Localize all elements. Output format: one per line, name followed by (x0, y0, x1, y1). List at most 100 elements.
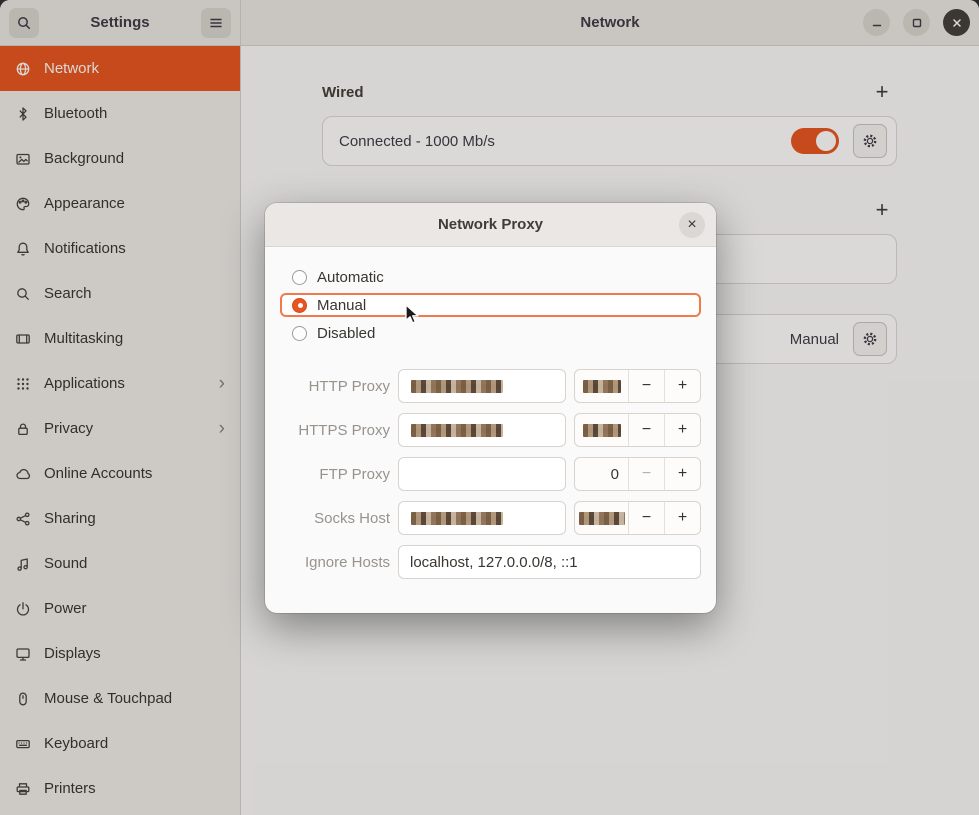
gear-icon (862, 331, 878, 347)
socks-port-value[interactable] (575, 502, 628, 534)
redacted-value (411, 512, 503, 525)
sidebar-item-printers[interactable]: Printers (0, 766, 240, 811)
sidebar-item-displays[interactable]: Displays (0, 631, 240, 676)
chevron-right-icon: › (219, 419, 225, 438)
hamburger-icon (208, 15, 224, 31)
maximize-icon (909, 15, 925, 31)
lock-icon (15, 421, 31, 437)
add-vpn-button[interactable]: + (867, 195, 897, 225)
sidebar-item-sharing[interactable]: Sharing (0, 496, 240, 541)
https-port-increment-button[interactable]: + (665, 414, 700, 446)
sidebar-item-power[interactable]: Power (0, 586, 240, 631)
dialog-title: Network Proxy (438, 216, 543, 233)
radio-icon[interactable] (292, 270, 307, 285)
app-grid-icon (15, 376, 31, 392)
ftp-proxy-input[interactable] (398, 457, 566, 491)
https-port-decrement-button[interactable]: − (629, 414, 664, 446)
add-wired-button[interactable]: + (867, 77, 897, 107)
radio-icon[interactable] (292, 326, 307, 341)
wired-toggle[interactable] (791, 128, 839, 154)
sidebar-item-label: Online Accounts (44, 465, 152, 482)
page-title: Network (580, 14, 639, 31)
dialog-body: Automatic Manual Disabled HTTP Proxy − (265, 247, 716, 579)
monitor-icon (15, 646, 31, 662)
menu-button[interactable] (201, 8, 231, 38)
proxy-mode-label: Manual (790, 331, 839, 348)
radio-label: Manual (317, 297, 366, 314)
wired-settings-button[interactable] (853, 124, 887, 158)
socks-port-spinner[interactable]: − + (574, 501, 701, 535)
sidebar-item-appearance[interactable]: Appearance (0, 181, 240, 226)
search-icon (15, 286, 31, 302)
radio-checked-icon[interactable] (292, 298, 307, 313)
sidebar-item-label: Sound (44, 555, 87, 572)
share-icon (15, 511, 31, 527)
wired-connection-row[interactable]: Connected - 1000 Mb/s (322, 116, 897, 166)
bluetooth-icon (15, 106, 31, 122)
appearance-icon (15, 196, 31, 212)
redacted-value (579, 512, 625, 525)
printer-icon (15, 781, 31, 797)
wired-status-label: Connected - 1000 Mb/s (339, 133, 791, 150)
sidebar-item-privacy[interactable]: Privacy › (0, 406, 240, 451)
proxy-option-disabled[interactable]: Disabled (280, 321, 701, 345)
radio-label: Disabled (317, 325, 375, 342)
http-port-spinner[interactable]: − + (574, 369, 701, 403)
redacted-value (583, 424, 621, 437)
https-port-spinner[interactable]: − + (574, 413, 701, 447)
sidebar-item-sound[interactable]: Sound (0, 541, 240, 586)
sidebar-item-label: Notifications (44, 240, 126, 257)
redacted-value (411, 380, 503, 393)
radio-label: Automatic (317, 269, 384, 286)
ftp-port-decrement-button[interactable]: − (629, 458, 664, 490)
redacted-value (583, 380, 621, 393)
http-port-value[interactable] (575, 370, 628, 402)
search-icon (16, 15, 32, 31)
sidebar-item-label: Displays (44, 645, 101, 662)
http-proxy-input[interactable] (398, 369, 566, 403)
ignore-hosts-label: Ignore Hosts (280, 554, 390, 571)
proxy-settings-button[interactable] (853, 322, 887, 356)
socks-host-label: Socks Host (280, 510, 390, 527)
sidebar-item-multitasking[interactable]: Multitasking (0, 316, 240, 361)
ftp-port-value[interactable]: 0 (575, 458, 628, 490)
proxy-option-automatic[interactable]: Automatic (280, 265, 701, 289)
close-button[interactable] (943, 9, 970, 36)
socks-port-decrement-button[interactable]: − (629, 502, 664, 534)
socks-host-row: Socks Host − + (280, 501, 701, 535)
ftp-port-spinner[interactable]: 0 − + (574, 457, 701, 491)
sidebar-item-notifications[interactable]: Notifications (0, 226, 240, 271)
proxy-option-manual[interactable]: Manual (280, 293, 701, 317)
sidebar-item-network[interactable]: Network (0, 46, 240, 91)
sidebar: Network Bluetooth Background Appearance … (0, 46, 241, 815)
sidebar-item-label: Multitasking (44, 330, 123, 347)
music-note-icon (15, 556, 31, 572)
ignore-hosts-input[interactable]: localhost, 127.0.0.0/8, ::1 (398, 545, 701, 579)
network-icon (15, 61, 31, 77)
https-proxy-row: HTTPS Proxy − + (280, 413, 701, 447)
sidebar-item-label: Keyboard (44, 735, 108, 752)
dialog-headerbar: Network Proxy × (265, 203, 716, 247)
sidebar-item-online-accounts[interactable]: Online Accounts (0, 451, 240, 496)
maximize-button[interactable] (903, 9, 930, 36)
dialog-close-button[interactable]: × (679, 212, 705, 238)
sidebar-item-search[interactable]: Search (0, 271, 240, 316)
sidebar-item-label: Background (44, 150, 124, 167)
sidebar-item-bluetooth[interactable]: Bluetooth (0, 91, 240, 136)
ftp-port-increment-button[interactable]: + (665, 458, 700, 490)
https-proxy-input[interactable] (398, 413, 566, 447)
sidebar-item-label: Bluetooth (44, 105, 107, 122)
minimize-button[interactable] (863, 9, 890, 36)
search-button[interactable] (9, 8, 39, 38)
http-port-decrement-button[interactable]: − (629, 370, 664, 402)
sidebar-item-mouse-touchpad[interactable]: Mouse & Touchpad (0, 676, 240, 721)
sidebar-item-label: Power (44, 600, 87, 617)
sidebar-item-keyboard[interactable]: Keyboard (0, 721, 240, 766)
https-port-value[interactable] (575, 414, 628, 446)
window-controls (863, 9, 970, 36)
http-port-increment-button[interactable]: + (665, 370, 700, 402)
sidebar-item-background[interactable]: Background (0, 136, 240, 181)
socks-port-increment-button[interactable]: + (665, 502, 700, 534)
socks-host-input[interactable] (398, 501, 566, 535)
sidebar-item-applications[interactable]: Applications › (0, 361, 240, 406)
